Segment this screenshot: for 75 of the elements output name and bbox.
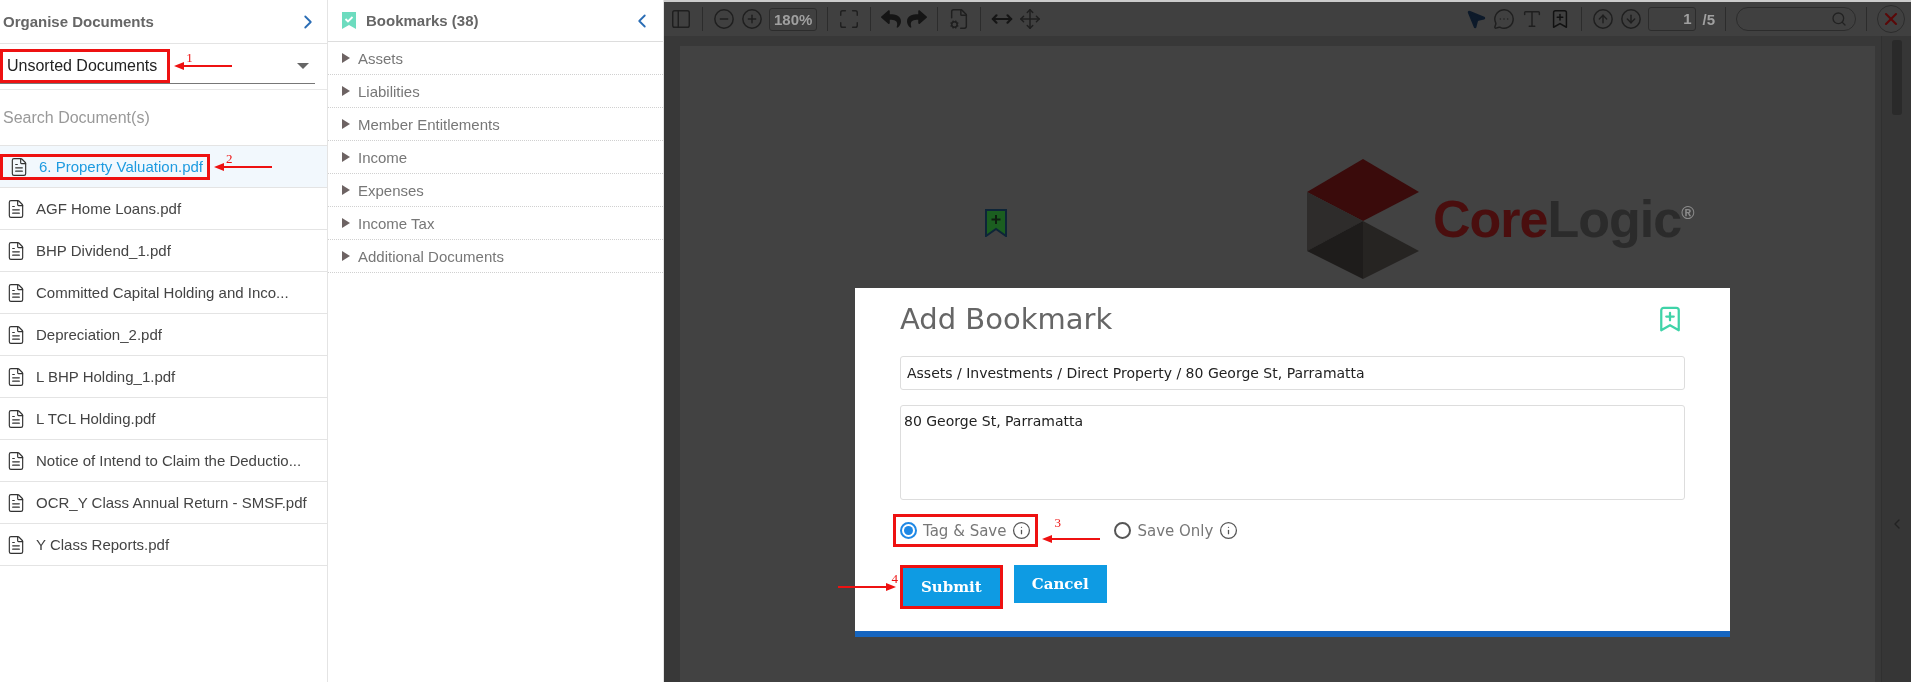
bookmark-category[interactable]: Liabilities (328, 75, 663, 108)
next-page-icon[interactable] (1620, 8, 1643, 30)
document-name: BHP Dividend_1.pdf (36, 242, 171, 259)
dropdown-value: Unsorted Documents (7, 57, 158, 75)
document-icon (6, 450, 26, 471)
annotation-arrow (838, 583, 896, 591)
document-name: Notice of Intend to Claim the Deductio... (36, 452, 302, 469)
fit-page-icon[interactable] (838, 8, 861, 30)
dialog-title: Add Bookmark (900, 302, 1113, 336)
previous-page-icon[interactable] (1592, 8, 1615, 30)
document-icon (6, 282, 26, 303)
document-name: Committed Capital Holding and Inco... (36, 284, 289, 301)
pan-icon[interactable] (1019, 8, 1042, 30)
category-label: Additional Documents (358, 247, 504, 265)
document-icon (6, 324, 26, 345)
info-icon[interactable] (1219, 521, 1239, 540)
category-label: Income Tax (358, 214, 435, 232)
document-icon (6, 492, 26, 513)
category-label: Expenses (358, 181, 424, 199)
sidebar-toggle-icon[interactable] (670, 8, 692, 30)
bookmark-category[interactable]: Member Entitlements (328, 108, 663, 141)
document-icon (6, 240, 26, 261)
category-label: Assets (358, 49, 403, 67)
document-name: Y Class Reports.pdf (36, 536, 170, 553)
radio-button[interactable] (900, 522, 917, 539)
logo-icon (1307, 159, 1419, 279)
bookmark-category[interactable]: Expenses (328, 174, 663, 207)
category-label: Liabilities (358, 82, 420, 100)
document-icon (6, 366, 26, 387)
radio-label: Save Only (1137, 521, 1214, 540)
bookmark-category[interactable]: Additional Documents (328, 240, 663, 273)
pointer-icon[interactable] (1465, 8, 1488, 30)
document-item[interactable]: 6. Property Valuation.pdf 2 (0, 146, 327, 188)
search-icon (1831, 11, 1847, 27)
document-name: AGF Home Loans.pdf (36, 200, 182, 217)
redo-icon[interactable] (907, 9, 928, 29)
category-label: Income (358, 148, 408, 166)
panel-title: Organise Documents (3, 13, 154, 30)
radio-label: Tag & Save (923, 521, 1007, 540)
document-icon (9, 156, 29, 177)
annotation-number: 4 (891, 571, 898, 587)
annotation-arrow (214, 162, 272, 171)
panel-title: Bookmarks (38) (366, 12, 479, 29)
annotation-arrow (1042, 534, 1101, 543)
zoom-field[interactable]: 180% (769, 7, 818, 31)
comment-icon[interactable] (1493, 8, 1516, 30)
page-number-field[interactable]: 1 (1648, 7, 1697, 31)
document-name: 6. Property Valuation.pdf (39, 158, 203, 175)
caret-icon (297, 63, 309, 69)
category-label: Member Entitlements (358, 115, 500, 133)
annotation-number: 2 (226, 150, 233, 167)
annotation-number: 1 (186, 50, 193, 66)
description-field[interactable]: 80 George St, Parramatta (900, 405, 1685, 500)
annotation-arrow (174, 62, 233, 70)
folder-dropdown[interactable]: Unsorted Documents 1 (0, 49, 315, 84)
bookmark-check-icon (342, 12, 356, 29)
zoom-out-icon[interactable] (713, 8, 735, 30)
page-count: /5 (1702, 10, 1715, 28)
annotation-number: 3 (1054, 514, 1061, 531)
document-name: L BHP Holding_1.pdf (36, 368, 176, 385)
undo-icon[interactable] (881, 9, 902, 29)
document-name: OCR_Y Class Annual Return - SMSF.pdf (36, 494, 307, 511)
document-icon (6, 534, 26, 555)
radio-button[interactable] (1114, 522, 1132, 539)
bookmark-icon (985, 209, 1007, 237)
info-icon[interactable] (1012, 521, 1032, 540)
document-name: L TCL Holding.pdf (36, 410, 156, 427)
document-icon (6, 408, 26, 429)
document-name: Depreciation_2.pdf (36, 326, 162, 343)
zoom-in-icon[interactable] (741, 8, 763, 30)
bookmark-category[interactable]: Income (328, 141, 663, 174)
bookmark-path-field[interactable]: Assets / Investments / Direct Property / 80 George St, Parramatta (900, 356, 1685, 390)
bookmark-category[interactable]: Assets (328, 42, 663, 75)
bookmark-category[interactable]: Income Tax (328, 207, 663, 240)
document-icon (6, 198, 26, 219)
